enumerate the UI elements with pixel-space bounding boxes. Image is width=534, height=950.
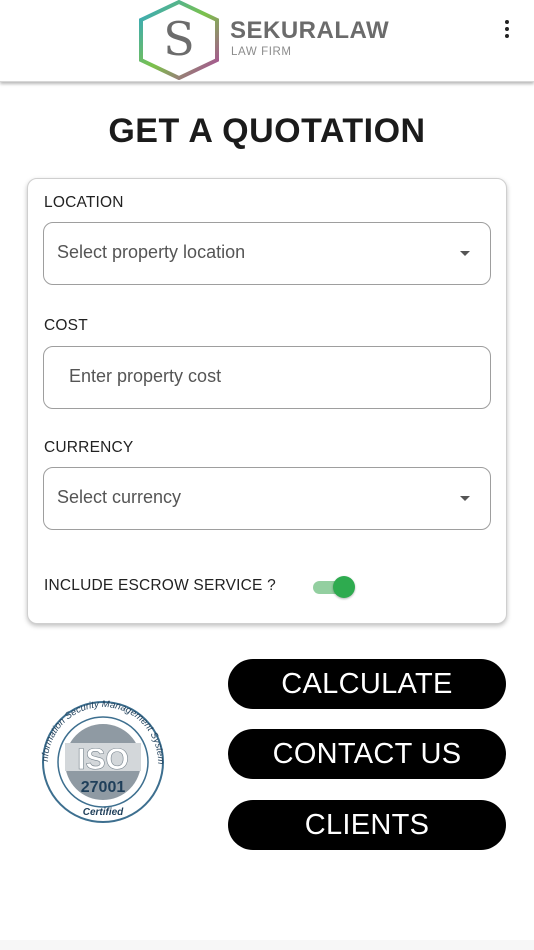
brand-subtitle: LAW FIRM (231, 46, 292, 58)
currency-label: CURRENCY (44, 439, 134, 456)
iso-text: ISO (77, 743, 129, 776)
app-header: S SEKURALAW LAW FIRM (0, 0, 534, 82)
location-select[interactable]: Select property location (43, 222, 491, 285)
page-title: GET A QUOTATION (108, 112, 426, 150)
escrow-toggle[interactable] (313, 576, 355, 598)
iso-certification-badge: Information Security Management System I… (33, 699, 166, 823)
brand-name: SEKURALAW (230, 17, 390, 44)
calculate-button[interactable]: CALCULATE (228, 659, 506, 709)
currency-select[interactable]: Select currency (43, 467, 491, 530)
iso-certified-text: Certified (83, 807, 124, 818)
clients-button[interactable]: CLIENTS (228, 800, 506, 850)
logo-letter: S (163, 12, 195, 66)
cost-input[interactable]: Enter property cost (43, 346, 491, 409)
dropdown-arrow-icon (460, 496, 470, 501)
quotation-form-card: LOCATION Select property location COST E… (27, 178, 507, 624)
dropdown-arrow-icon (460, 251, 470, 256)
location-label: LOCATION (44, 194, 124, 211)
kebab-menu-icon[interactable] (500, 20, 514, 42)
escrow-label: INCLUDE ESCROW SERVICE ? (44, 577, 276, 594)
iso-number: 27001 (81, 779, 126, 796)
currency-placeholder: Select currency (57, 487, 182, 507)
contact-us-button[interactable]: CONTACT US (228, 729, 506, 779)
location-placeholder: Select property location (57, 242, 246, 262)
menu-dot (505, 27, 509, 31)
toggle-knob (333, 576, 355, 598)
menu-dot (505, 34, 509, 38)
cost-placeholder: Enter property cost (69, 366, 222, 386)
cost-label: COST (44, 317, 88, 334)
menu-dot (505, 20, 509, 24)
bottom-edge (0, 940, 534, 950)
